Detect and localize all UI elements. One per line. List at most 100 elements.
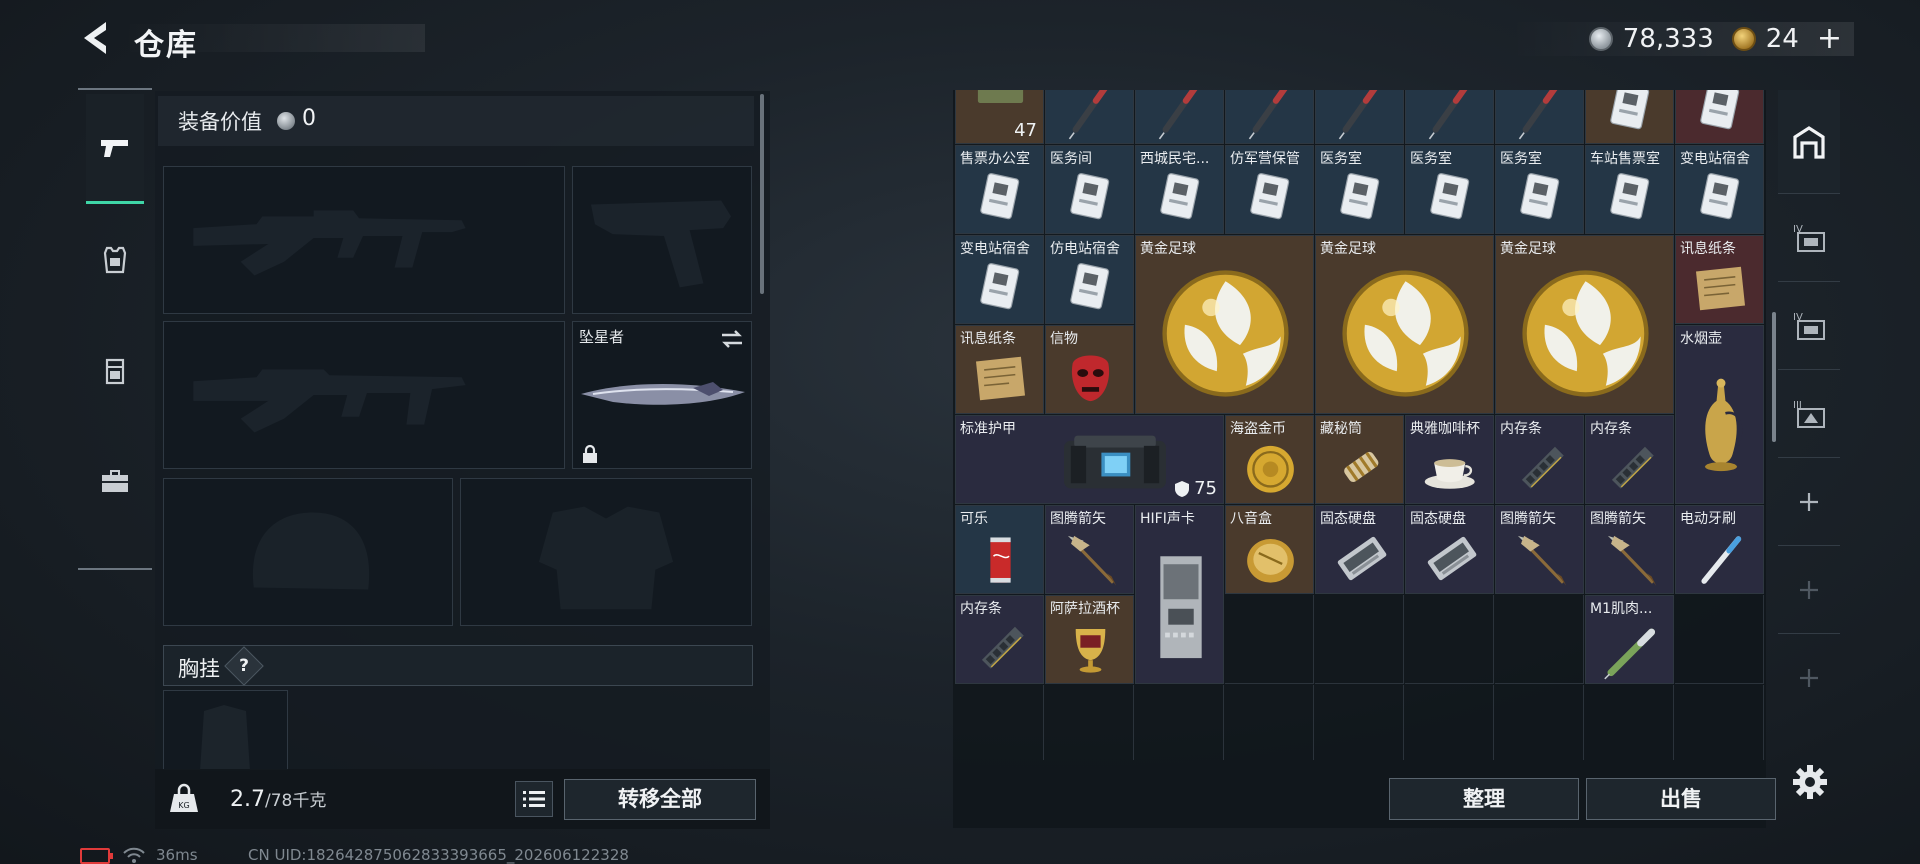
add-stash-tab-1[interactable] <box>1778 458 1840 546</box>
stash-item[interactable]: 黄金足球 <box>1135 235 1314 414</box>
stash-item[interactable]: 黄金足球 <box>1315 235 1494 414</box>
stash-item[interactable]: 内存条 <box>1495 415 1584 504</box>
stash-item[interactable]: 藏秘筒 <box>1315 415 1404 504</box>
tab-rig[interactable] <box>86 316 144 426</box>
stash-item[interactable]: 讯息纸条 <box>1675 235 1764 324</box>
stash-cell[interactable] <box>1135 685 1224 760</box>
stash-item[interactable] <box>1315 90 1404 144</box>
stash-item[interactable]: 讯息纸条 <box>955 325 1044 414</box>
sort-button[interactable]: 整理 <box>1389 778 1579 820</box>
stash-item[interactable]: 内存条 <box>1585 415 1674 504</box>
chest-rig-slot[interactable] <box>163 690 288 771</box>
item-name: 黄金足球 <box>1500 241 1556 257</box>
help-icon[interactable]: ? <box>224 646 264 686</box>
stash-item[interactable]: 内存条 <box>955 595 1044 684</box>
stash-item[interactable]: 可乐 <box>955 505 1044 594</box>
stash-item[interactable]: 图腾箭矢 <box>1585 505 1674 594</box>
stash-item[interactable]: 47 <box>955 90 1044 144</box>
stash-item[interactable]: 固态硬盘 <box>1405 505 1494 594</box>
equipment-scrollbar[interactable] <box>760 94 764 294</box>
list-view-button[interactable] <box>515 781 553 817</box>
melee-slot[interactable]: 坠星者 <box>572 321 752 469</box>
stash-cell[interactable] <box>1675 595 1764 684</box>
stash-item[interactable]: 图腾箭矢 <box>1495 505 1584 594</box>
tab-stash-iv-b[interactable]: IV <box>1778 282 1840 370</box>
chest-rig-header[interactable]: 胸挂 ? <box>163 645 753 686</box>
coin-icon <box>1247 445 1294 493</box>
transfer-all-button[interactable]: 转移全部 <box>564 779 756 820</box>
stash-item[interactable] <box>1675 90 1764 144</box>
stash-item[interactable]: 固态硬盘 <box>1315 505 1404 594</box>
stash-item[interactable]: 典雅咖啡杯 <box>1405 415 1494 504</box>
arrow-icon <box>1607 535 1657 586</box>
stash-item[interactable]: 变电站宿舍 <box>1675 145 1764 234</box>
sell-button[interactable]: 出售 <box>1586 778 1776 820</box>
stash-item[interactable]: 仿军营保管 <box>1225 145 1314 234</box>
add-stash-tab-2[interactable] <box>1778 546 1840 634</box>
stash-item[interactable]: 黄金足球 <box>1495 235 1674 414</box>
stash-item[interactable] <box>1135 90 1224 144</box>
tab-stash-iii[interactable]: III <box>1778 370 1840 458</box>
stash-cell[interactable] <box>1585 685 1674 760</box>
tab-case[interactable] <box>86 427 144 537</box>
stash-item[interactable]: 标准护甲 75 <box>955 415 1224 504</box>
item-name: 固态硬盘 <box>1320 511 1376 527</box>
loadout-tabs <box>78 88 152 570</box>
add-stash-tab-3[interactable] <box>1778 634 1840 722</box>
plus-icon <box>1800 669 1818 687</box>
stash-item[interactable]: 医务室 <box>1315 145 1404 234</box>
keycard-icon <box>1070 263 1110 310</box>
stash-cell[interactable] <box>1225 685 1314 760</box>
secondary-weapon-slot[interactable] <box>163 321 565 469</box>
stash-cell[interactable] <box>1405 685 1494 760</box>
tab-weapons[interactable] <box>86 94 144 204</box>
pistol-slot[interactable] <box>572 166 752 314</box>
stash-cell[interactable] <box>1495 685 1584 760</box>
stash-item[interactable]: M1肌肉... <box>1585 595 1674 684</box>
stash-item[interactable]: 医务室 <box>1405 145 1494 234</box>
stash-item[interactable]: 售票办公室 <box>955 145 1044 234</box>
stash-cell[interactable] <box>1315 595 1404 684</box>
stash-cell[interactable] <box>1675 685 1764 760</box>
tab-all-items[interactable] <box>1778 90 1840 194</box>
stash-item[interactable] <box>1495 90 1584 144</box>
stash-item[interactable]: 仿电站宿舍 <box>1045 235 1134 324</box>
stash-cell[interactable] <box>1315 685 1404 760</box>
stash-item[interactable]: 信物 <box>1045 325 1134 414</box>
body-armor-slot[interactable] <box>460 478 752 626</box>
stash-item[interactable]: 图腾箭矢 <box>1045 505 1134 594</box>
stash-item[interactable] <box>1585 90 1674 144</box>
item-name: 售票办公室 <box>960 151 1030 167</box>
primary-weapon-slot[interactable] <box>163 166 565 314</box>
stash-item[interactable]: 海盗金币 <box>1225 415 1314 504</box>
equipment-value-label: 装备价值 <box>178 110 262 134</box>
stash-item[interactable] <box>1405 90 1494 144</box>
stash-item[interactable]: 电动牙刷 <box>1675 505 1764 594</box>
stash-item[interactable]: 变电站宿舍 <box>955 235 1044 324</box>
back-button[interactable] <box>78 18 114 58</box>
stash-cell[interactable] <box>955 685 1044 760</box>
stash-item[interactable]: HIFI声卡 <box>1135 505 1224 684</box>
ram-icon <box>1611 446 1654 489</box>
stash-cell[interactable] <box>1405 595 1494 684</box>
stash-cell[interactable] <box>1225 595 1314 684</box>
stash-cell[interactable] <box>1045 685 1134 760</box>
stash-item[interactable]: 医务间 <box>1045 145 1134 234</box>
tab-armor[interactable] <box>86 205 144 315</box>
item-name: 阿萨拉酒杯 <box>1050 601 1120 617</box>
item-name: 图腾箭矢 <box>1050 511 1106 527</box>
settings-gear-icon[interactable] <box>1790 762 1830 802</box>
helmet-slot[interactable] <box>163 478 453 626</box>
stash-item[interactable]: 八音盒 <box>1225 505 1314 594</box>
stash-item[interactable]: 水烟壶 <box>1675 325 1764 504</box>
stash-item[interactable]: 车站售票室 <box>1585 145 1674 234</box>
stash-scrollbar[interactable] <box>1772 312 1776 442</box>
add-currency-button[interactable]: + <box>1817 24 1842 54</box>
tab-stash-iv-a[interactable]: IV <box>1778 194 1840 282</box>
stash-item[interactable]: 阿萨拉酒杯 <box>1045 595 1134 684</box>
stash-item[interactable] <box>1225 90 1314 144</box>
stash-item[interactable] <box>1045 90 1134 144</box>
stash-item[interactable]: 医务室 <box>1495 145 1584 234</box>
stash-item[interactable]: 西城民宅... <box>1135 145 1224 234</box>
stash-cell[interactable] <box>1495 595 1584 684</box>
